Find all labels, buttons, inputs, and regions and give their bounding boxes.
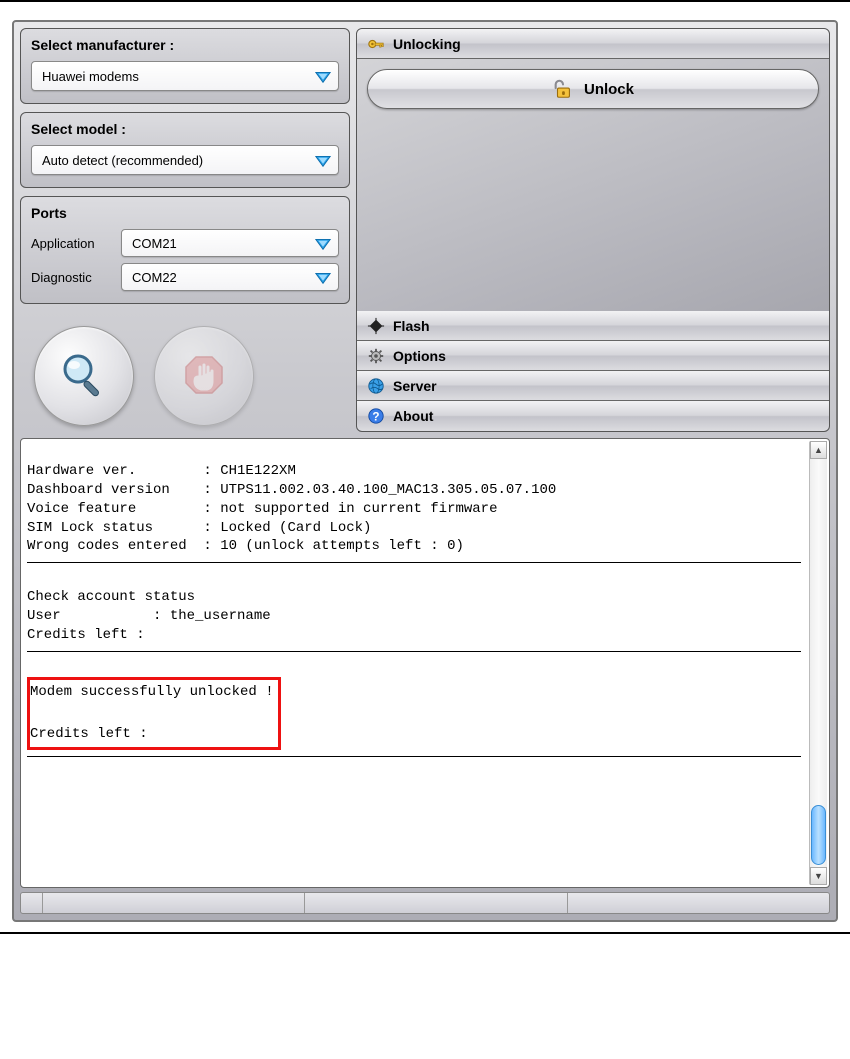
- gear-icon: [367, 347, 385, 365]
- scrollbar[interactable]: ▲ ▼: [809, 441, 827, 885]
- scroll-down-button[interactable]: ▼: [810, 867, 827, 885]
- divider: [27, 562, 801, 563]
- unlocking-body: Unlock: [357, 59, 829, 311]
- application-port-value: COM21: [132, 236, 314, 251]
- unlocking-header-label: Unlocking: [393, 36, 461, 52]
- diagnostic-port-value: COM22: [132, 270, 314, 285]
- dropdown-arrow-icon: [314, 67, 332, 85]
- unlock-button[interactable]: Unlock: [367, 69, 819, 109]
- dropdown-arrow-icon: [314, 268, 332, 286]
- application-port-label: Application: [31, 236, 121, 251]
- manufacturer-dropdown[interactable]: Huawei modems: [31, 61, 339, 91]
- status-cell: [21, 893, 43, 913]
- options-label: Options: [393, 348, 446, 364]
- ports-label: Ports: [31, 205, 339, 221]
- unlock-button-label: Unlock: [584, 81, 634, 98]
- model-label: Select model :: [31, 121, 339, 137]
- scroll-track[interactable]: [810, 459, 827, 867]
- svg-text:?: ?: [372, 411, 379, 424]
- flash-label: Flash: [393, 318, 430, 334]
- model-dropdown[interactable]: Auto detect (recommended): [31, 145, 339, 175]
- manufacturer-value: Huawei modems: [42, 69, 314, 84]
- log-line: SIM Lock status : Locked (Card Lock): [27, 520, 371, 536]
- diagnostic-port-label: Diagnostic: [31, 270, 121, 285]
- log-line: Credits left :: [27, 627, 145, 643]
- log-line: Voice feature : not supported in current…: [27, 501, 497, 517]
- log-content[interactable]: Hardware ver. : CH1E122XM Dashboard vers…: [21, 439, 807, 887]
- scroll-thumb[interactable]: [811, 805, 826, 865]
- model-value: Auto detect (recommended): [42, 153, 314, 168]
- log-area: Hardware ver. : CH1E122XM Dashboard vers…: [20, 438, 830, 888]
- success-highlight: Modem successfully unlocked ! Credits le…: [27, 677, 281, 750]
- status-bar: [20, 892, 830, 914]
- options-header[interactable]: Options: [357, 341, 829, 371]
- manufacturer-group: Select manufacturer : Huawei modems: [20, 28, 350, 104]
- dropdown-arrow-icon: [314, 234, 332, 252]
- server-label: Server: [393, 378, 437, 394]
- log-line: Dashboard version : UTPS11.002.03.40.100…: [27, 482, 556, 498]
- stop-hand-icon: [180, 351, 228, 402]
- unlocking-header[interactable]: Unlocking: [357, 29, 829, 59]
- chip-icon: [367, 317, 385, 335]
- dropdown-arrow-icon: [314, 151, 332, 169]
- about-label: About: [393, 408, 433, 424]
- about-header[interactable]: ? About: [357, 401, 829, 431]
- globe-icon: [367, 377, 385, 395]
- status-cell: [43, 893, 305, 913]
- key-icon: [367, 35, 385, 53]
- model-group: Select model : Auto detect (recommended): [20, 112, 350, 188]
- log-line: Modem successfully unlocked !: [30, 684, 274, 700]
- divider: [27, 651, 801, 652]
- scroll-up-button[interactable]: ▲: [810, 441, 827, 459]
- status-cell: [305, 893, 567, 913]
- diagnostic-port-dropdown[interactable]: COM22: [121, 263, 339, 291]
- log-line: Hardware ver. : CH1E122XM: [27, 463, 296, 479]
- log-line: Wrong codes entered : 10 (unlock attempt…: [27, 538, 464, 554]
- stop-button: [154, 326, 254, 426]
- server-header[interactable]: Server: [357, 371, 829, 401]
- status-cell: [568, 893, 829, 913]
- log-line: User : the_username: [27, 608, 271, 624]
- padlock-open-icon: [552, 78, 574, 100]
- log-line: Credits left :: [30, 726, 148, 742]
- help-icon: ?: [367, 407, 385, 425]
- action-panel: Unlocking Unlock: [356, 28, 830, 432]
- log-line: Check account status: [27, 589, 195, 605]
- ports-group: Ports Application COM21 Diagnostic: [20, 196, 350, 304]
- application-port-dropdown[interactable]: COM21: [121, 229, 339, 257]
- magnifier-icon: [58, 349, 110, 404]
- search-button[interactable]: [34, 326, 134, 426]
- manufacturer-label: Select manufacturer :: [31, 37, 339, 53]
- app-panel: Select manufacturer : Huawei modems Sele…: [12, 20, 838, 922]
- divider: [27, 756, 801, 757]
- flash-header[interactable]: Flash: [357, 311, 829, 341]
